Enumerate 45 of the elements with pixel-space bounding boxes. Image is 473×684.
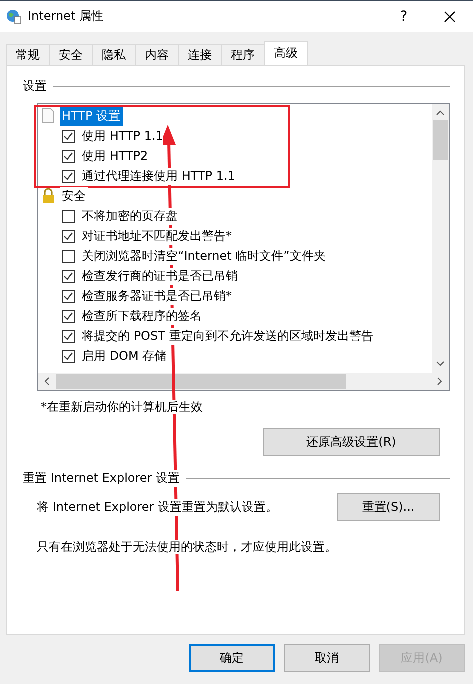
checkbox[interactable] <box>62 170 75 182</box>
checkbox[interactable] <box>62 350 75 362</box>
option-label: 不将加密的页存盘 <box>82 208 178 224</box>
checkbox[interactable] <box>62 290 75 302</box>
option-label: 关闭浏览器时清空“Internet 临时文件”文件夹 <box>82 248 326 264</box>
dialog-button[interactable]: 确定 <box>189 644 275 672</box>
checkbox[interactable] <box>62 150 75 162</box>
scroll-up-icon[interactable] <box>436 110 445 116</box>
scroll-thumb[interactable] <box>56 374 346 389</box>
option-label: 对证书地址不匹配发出警告* <box>82 228 232 244</box>
option-label: 启用 DOM 存储 <box>82 348 167 364</box>
scroll-down-icon[interactable] <box>436 361 445 367</box>
scroll-left-icon[interactable] <box>44 377 50 386</box>
page-icon <box>42 108 55 124</box>
horizontal-scrollbar[interactable] <box>38 373 449 390</box>
checkbox[interactable] <box>62 270 75 282</box>
scroll-right-icon[interactable] <box>437 377 443 386</box>
tab[interactable]: 高级 <box>264 41 308 65</box>
option-label: 通过代理连接使用 HTTP 1.1 <box>82 168 236 184</box>
restore-button[interactable]: 还原高级设置(R) <box>263 428 440 456</box>
option-label: 使用 HTTP2 <box>82 148 148 164</box>
checkbox[interactable] <box>62 310 75 322</box>
option-label: 检查发行商的证书是否已吊销 <box>82 268 238 284</box>
vertical-scrollbar[interactable] <box>432 104 449 373</box>
globe-icon <box>6 8 22 24</box>
checkbox[interactable] <box>62 230 75 242</box>
dialog-button[interactable]: 取消 <box>284 644 370 672</box>
checkbox[interactable] <box>62 330 75 342</box>
lock-icon <box>42 188 55 204</box>
option-label: 使用 HTTP 1.1 <box>82 128 164 144</box>
checkbox[interactable] <box>62 250 75 262</box>
window-title: Internet 属性 <box>28 8 104 25</box>
section-title: 重置 Internet Explorer 设置 <box>23 470 180 487</box>
scroll-thumb[interactable] <box>433 120 448 160</box>
restart-note: *在重新启动你的计算机后生效 <box>41 400 203 414</box>
help-button[interactable]: ? <box>381 1 427 32</box>
reset-button[interactable]: 重置(S)... <box>337 493 440 521</box>
option-label: 检查服务器证书是否已吊销* <box>82 288 232 304</box>
tab[interactable]: 常规 <box>6 44 50 65</box>
checkbox[interactable] <box>62 210 75 222</box>
tree-item[interactable]: HTTP 设置 <box>60 106 123 126</box>
option-label: 将提交的 POST 重定向到不允许发送的区域时发出警告 <box>82 328 374 344</box>
checkbox[interactable] <box>62 130 75 142</box>
option-label: 检查所下载程序的签名 <box>82 308 202 324</box>
close-icon <box>444 10 456 22</box>
